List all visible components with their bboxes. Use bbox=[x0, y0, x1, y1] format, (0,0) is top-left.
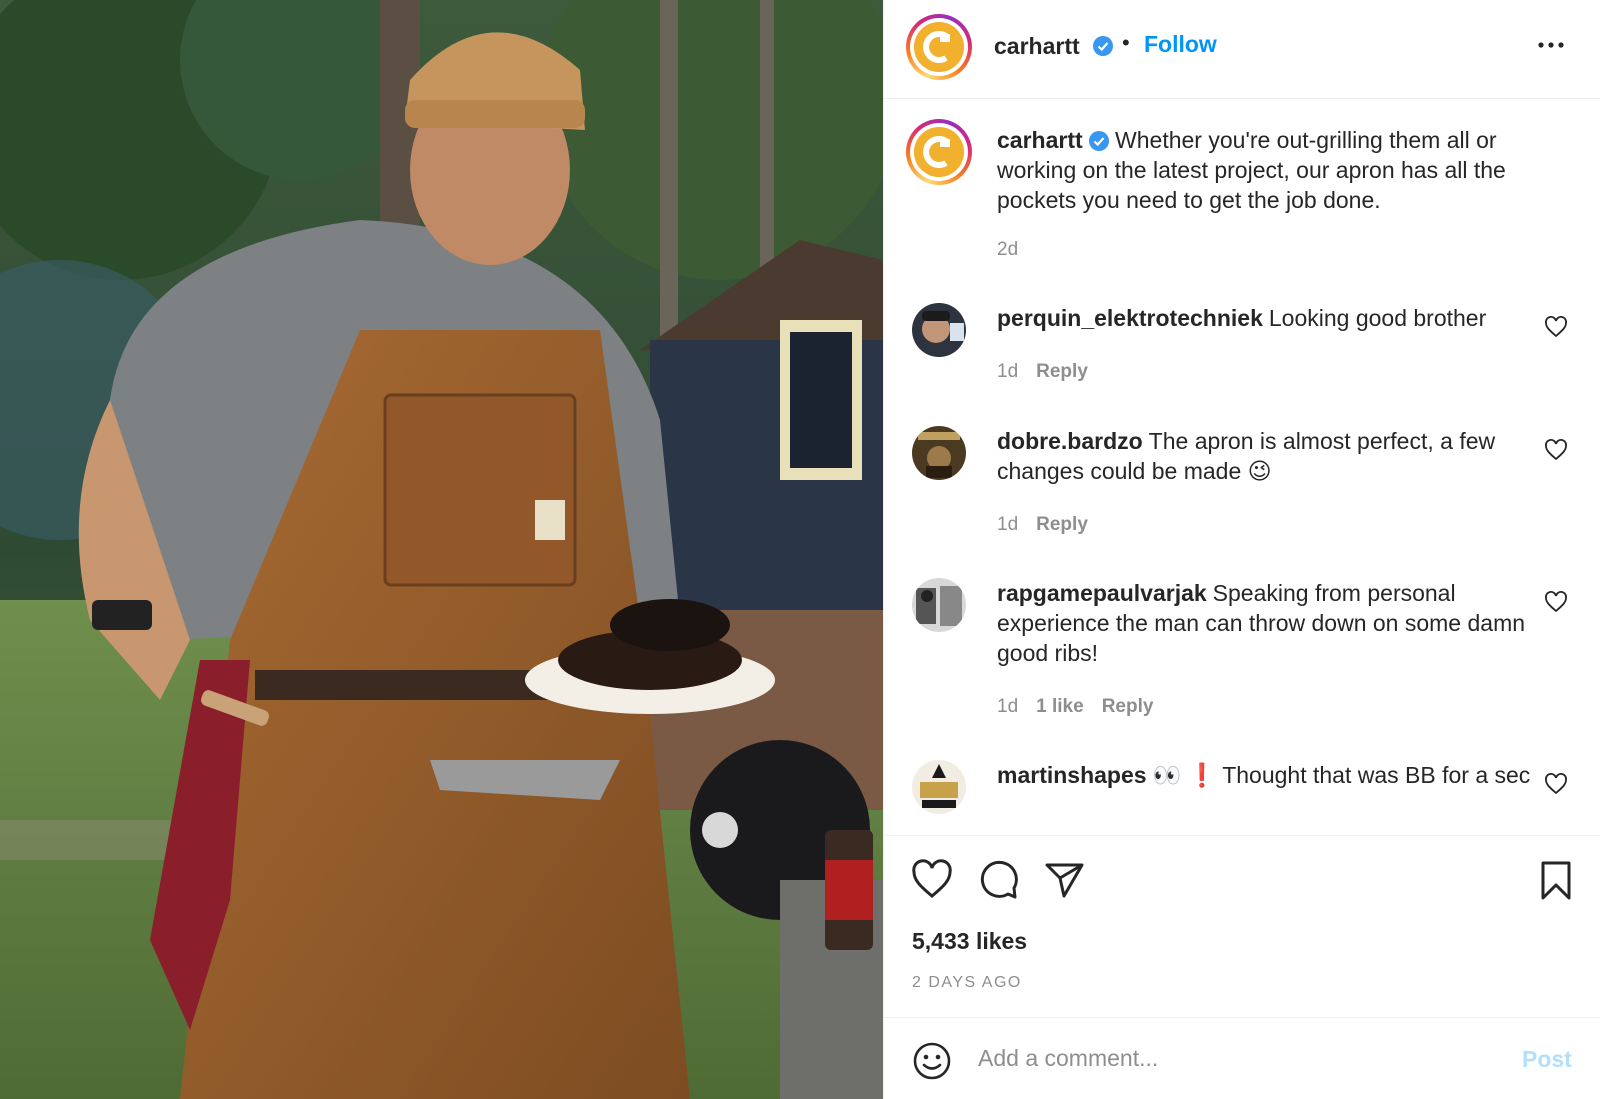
carhartt-logo-icon bbox=[914, 127, 964, 177]
comment-username[interactable]: rapgamepaulvarjak bbox=[997, 580, 1207, 606]
caption-text: carhartt Whether you're out-grilling the… bbox=[997, 125, 1557, 215]
comment-meta: 1d Reply bbox=[997, 361, 1106, 383]
comment-bubble-icon[interactable] bbox=[976, 858, 1020, 902]
comment-username[interactable]: dobre.bardzo bbox=[997, 428, 1143, 454]
separator-dot: • bbox=[1122, 30, 1130, 55]
commenter-avatar[interactable] bbox=[912, 426, 966, 480]
add-comment-bar: Post bbox=[884, 1017, 1600, 1099]
post-actions: 5,433 likes 2 DAYS AGO bbox=[884, 835, 1600, 1017]
post-image bbox=[0, 0, 883, 1099]
comment-like-heart-icon[interactable] bbox=[1544, 438, 1568, 462]
comment-meta: 1d 1 like Reply bbox=[997, 696, 1171, 718]
commenter-avatar[interactable] bbox=[912, 578, 966, 632]
comment-text: dobre.bardzo The apron is almost perfect,… bbox=[997, 426, 1537, 486]
comment-likes-count[interactable]: 1 like bbox=[1036, 696, 1084, 717]
comment-time[interactable]: 1d bbox=[997, 361, 1018, 382]
comment-like-heart-icon[interactable] bbox=[1544, 772, 1568, 796]
caption-author-avatar[interactable] bbox=[906, 119, 972, 185]
reply-button[interactable]: Reply bbox=[1036, 514, 1088, 535]
author-username[interactable]: carhartt bbox=[994, 33, 1080, 60]
post-header: carhartt • Follow bbox=[884, 0, 1600, 99]
comment-text: martinshapes 👀 ❗ Thought that was BB for … bbox=[997, 760, 1537, 790]
caption-username[interactable]: carhartt bbox=[997, 127, 1083, 153]
comments-list[interactable]: carhartt Whether you're out-grilling the… bbox=[884, 99, 1600, 835]
follow-button[interactable]: Follow bbox=[1144, 31, 1217, 58]
comment-body: 👀 ❗ Thought that was BB for a sec bbox=[1152, 762, 1531, 788]
bookmark-icon[interactable] bbox=[1534, 858, 1578, 902]
comment-username[interactable]: martinshapes bbox=[997, 762, 1147, 788]
comment-body: Looking good brother bbox=[1268, 305, 1487, 331]
caption-timestamp[interactable]: 2d bbox=[997, 239, 1018, 261]
author-avatar[interactable] bbox=[906, 14, 972, 80]
likes-count[interactable]: 5,433 likes bbox=[912, 928, 1027, 955]
paper-plane-icon[interactable] bbox=[1042, 858, 1086, 902]
carhartt-logo-icon bbox=[914, 22, 964, 72]
more-options-icon[interactable] bbox=[1536, 30, 1566, 60]
comment-time[interactable]: 1d bbox=[997, 696, 1018, 717]
post-photo[interactable] bbox=[0, 0, 883, 1099]
add-comment-input[interactable] bbox=[978, 1036, 1478, 1080]
reply-button[interactable]: Reply bbox=[1036, 361, 1088, 382]
reply-button[interactable]: Reply bbox=[1102, 696, 1154, 717]
post-timestamp[interactable]: 2 DAYS AGO bbox=[912, 974, 1022, 992]
comment-username[interactable]: perquin_elektrotechniek bbox=[997, 305, 1263, 331]
comment-time[interactable]: 1d bbox=[997, 514, 1018, 535]
verified-badge-icon bbox=[1088, 131, 1109, 151]
comment-text: rapgamepaulvarjak Speaking from personal … bbox=[997, 578, 1537, 668]
emoji-smile-icon[interactable] bbox=[912, 1041, 952, 1081]
comment-like-heart-icon[interactable] bbox=[1544, 590, 1568, 614]
comment-meta: 1d Reply bbox=[997, 514, 1106, 536]
post-panel: carhartt • Follow carhartt Whether you'r… bbox=[883, 0, 1600, 1099]
verified-badge-icon bbox=[1093, 36, 1113, 56]
comment-like-heart-icon[interactable] bbox=[1544, 315, 1568, 339]
commenter-avatar[interactable] bbox=[912, 760, 966, 814]
commenter-avatar[interactable] bbox=[912, 303, 966, 357]
comment-text: perquin_elektrotechniek Looking good brot… bbox=[997, 303, 1537, 333]
post-comment-button[interactable]: Post bbox=[1522, 1046, 1572, 1073]
heart-icon[interactable] bbox=[910, 858, 954, 902]
